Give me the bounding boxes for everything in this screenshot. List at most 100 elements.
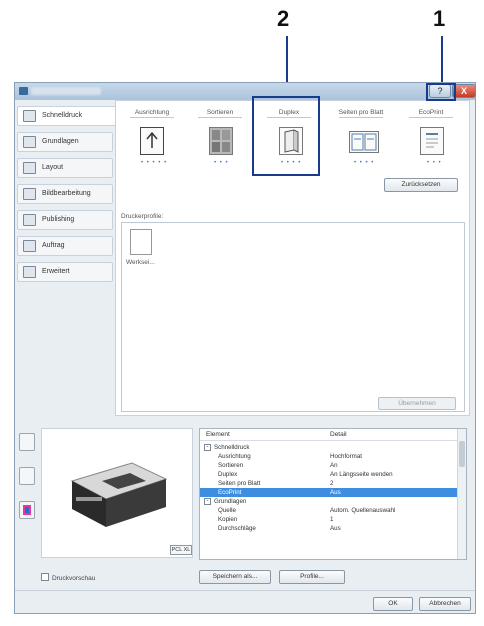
row-element: Durchschläge (218, 525, 256, 532)
ok-button[interactable]: OK (373, 597, 413, 611)
imaging-icon (23, 188, 36, 200)
table-scrollbar[interactable] (457, 429, 466, 559)
table-row[interactable]: Durchschläge Aus (200, 524, 458, 533)
table-row[interactable]: Ausrichtung Hochformat (200, 452, 458, 461)
row-element: Sortieren (218, 462, 244, 469)
callout-box-help (426, 83, 456, 101)
sidebar-nav: Schnelldruck Grundlagen Layout Bildbearb… (15, 100, 117, 370)
tab-seiten-pro-blatt-label: Seiten pro Blatt (338, 109, 384, 116)
orientation-icon[interactable] (140, 127, 164, 155)
quickprint-icon (23, 110, 36, 122)
sidebar-item-erweitert[interactable]: Erweitert (17, 262, 113, 282)
collate-icon[interactable] (209, 127, 233, 155)
tab-ecoprint-label: EcoPrint (418, 109, 444, 116)
row-element: Seiten pro Blatt (218, 480, 261, 487)
profile-icon[interactable] (130, 229, 152, 255)
row-detail: Aus (330, 489, 341, 496)
print-preview-option[interactable]: Druckvorschau (41, 573, 95, 582)
ecoprint-icon[interactable] (420, 127, 444, 155)
table-row[interactable]: Kopien 1 (200, 515, 458, 524)
row-detail: 2 (330, 480, 334, 487)
profile-name: Werksei... (126, 259, 155, 266)
job-icon (23, 240, 36, 252)
collapse-icon[interactable]: - (204, 444, 211, 451)
sidebar-item-label: Schnelldruck (42, 112, 83, 119)
pages-per-sheet-options: • • • • (354, 160, 375, 166)
row-element: Duplex (218, 471, 238, 478)
table-header: Element Detail (200, 429, 466, 441)
tab-divider (409, 117, 453, 118)
row-detail: Hochformat (330, 453, 362, 460)
sidebar-item-label: Bildbearbeitung (42, 190, 91, 197)
table-row[interactable]: Quelle Autom. Quellenauswahl (200, 506, 458, 515)
row-element: Ausrichtung (218, 453, 251, 460)
publishing-icon (23, 214, 36, 226)
tab-divider (198, 117, 242, 118)
cancel-button[interactable]: Abbrechen (419, 597, 471, 611)
sidebar-item-label: Erweitert (42, 268, 70, 275)
reset-button[interactable]: Zurücksetzen (384, 178, 458, 192)
printer-image (70, 462, 168, 527)
profiles-list[interactable]: Werksei... Übernehmen (121, 222, 465, 412)
profiles-button[interactable]: Profile... (279, 570, 345, 584)
sidebar-item-auftrag[interactable]: Auftrag (17, 236, 113, 256)
printer-app-icon (19, 87, 28, 95)
layout-icon (23, 162, 36, 174)
table-group-row[interactable]: - Grundlagen (200, 497, 458, 506)
table-row[interactable]: Seiten pro Blatt 2 (200, 479, 458, 488)
tab-ausrichtung-label: Ausrichtung (134, 109, 170, 116)
orientation-options: • • • • • (141, 160, 168, 166)
color-view-icon[interactable] (19, 501, 35, 519)
callout-line-1 (441, 36, 443, 84)
column-header-detail: Detail (330, 431, 347, 438)
row-element: Quelle (218, 507, 236, 514)
row-detail: An (330, 462, 338, 469)
callout-number-1: 1 (433, 6, 446, 31)
window-titlebar: ? X (15, 83, 476, 100)
row-element: Kopien (218, 516, 238, 523)
sidebar-item-schnelldruck[interactable]: Schnelldruck (17, 106, 117, 126)
apply-button[interactable]: Übernehmen (378, 397, 456, 410)
save-as-button[interactable]: Speichern als... (199, 570, 271, 584)
advanced-icon (23, 266, 36, 278)
settings-summary-table[interactable]: Element Detail - Schnelldruck Ausrichtun… (199, 428, 467, 560)
callout-box-duplex (252, 96, 320, 176)
row-detail: Autom. Quellenauswahl (330, 507, 396, 514)
printer-preview: PCL XL (41, 428, 193, 558)
table-group-row[interactable]: - Schnelldruck (200, 443, 458, 452)
ecoprint-options: • • • (427, 160, 442, 166)
profiles-label: Druckerprofile: (121, 213, 164, 220)
print-preview-label: Druckvorschau (52, 575, 96, 582)
sidebar-item-label: Publishing (42, 216, 75, 223)
pdl-badge: PCL XL (170, 545, 192, 555)
table-row[interactable]: Duplex An Längsseite wenden (200, 470, 458, 479)
basic-icon (23, 136, 36, 148)
collate-options: • • • (214, 160, 229, 166)
table-row[interactable]: Sortieren An (200, 461, 458, 470)
print-preview-checkbox[interactable] (41, 573, 49, 581)
column-header-element: Element (206, 431, 230, 438)
row-detail: Aus (330, 525, 341, 532)
sidebar-item-label: Layout (42, 164, 64, 171)
sidebar-item-grundlagen[interactable]: Grundlagen (17, 132, 113, 152)
callout-number-2: 2 (277, 6, 290, 31)
printer-view-icon[interactable] (19, 433, 35, 451)
sidebar-item-layout[interactable]: Layout (17, 158, 113, 178)
scroll-thumb[interactable] (459, 441, 465, 467)
tab-divider (130, 117, 174, 118)
tab-divider (339, 117, 383, 118)
footer-divider (15, 590, 475, 591)
sidebar-item-publishing[interactable]: Publishing (17, 210, 113, 230)
sidebar-item-bildbearbeitung[interactable]: Bildbearbeitung (17, 184, 113, 204)
window-title (31, 87, 101, 95)
row-element: Grundlagen (214, 498, 247, 505)
tab-sortieren-label: Sortieren (206, 109, 234, 116)
row-detail: An Längsseite wenden (330, 471, 393, 478)
sidebar-item-label: Grundlagen (42, 138, 79, 145)
sidebar-item-label: Auftrag (42, 242, 65, 249)
row-detail: 1 (330, 516, 334, 523)
pages-per-sheet-icon[interactable] (349, 131, 379, 153)
collapse-icon[interactable]: - (204, 498, 211, 505)
page-view-icon[interactable] (19, 467, 35, 485)
table-row-selected[interactable]: EcoPrint Aus (200, 488, 458, 497)
